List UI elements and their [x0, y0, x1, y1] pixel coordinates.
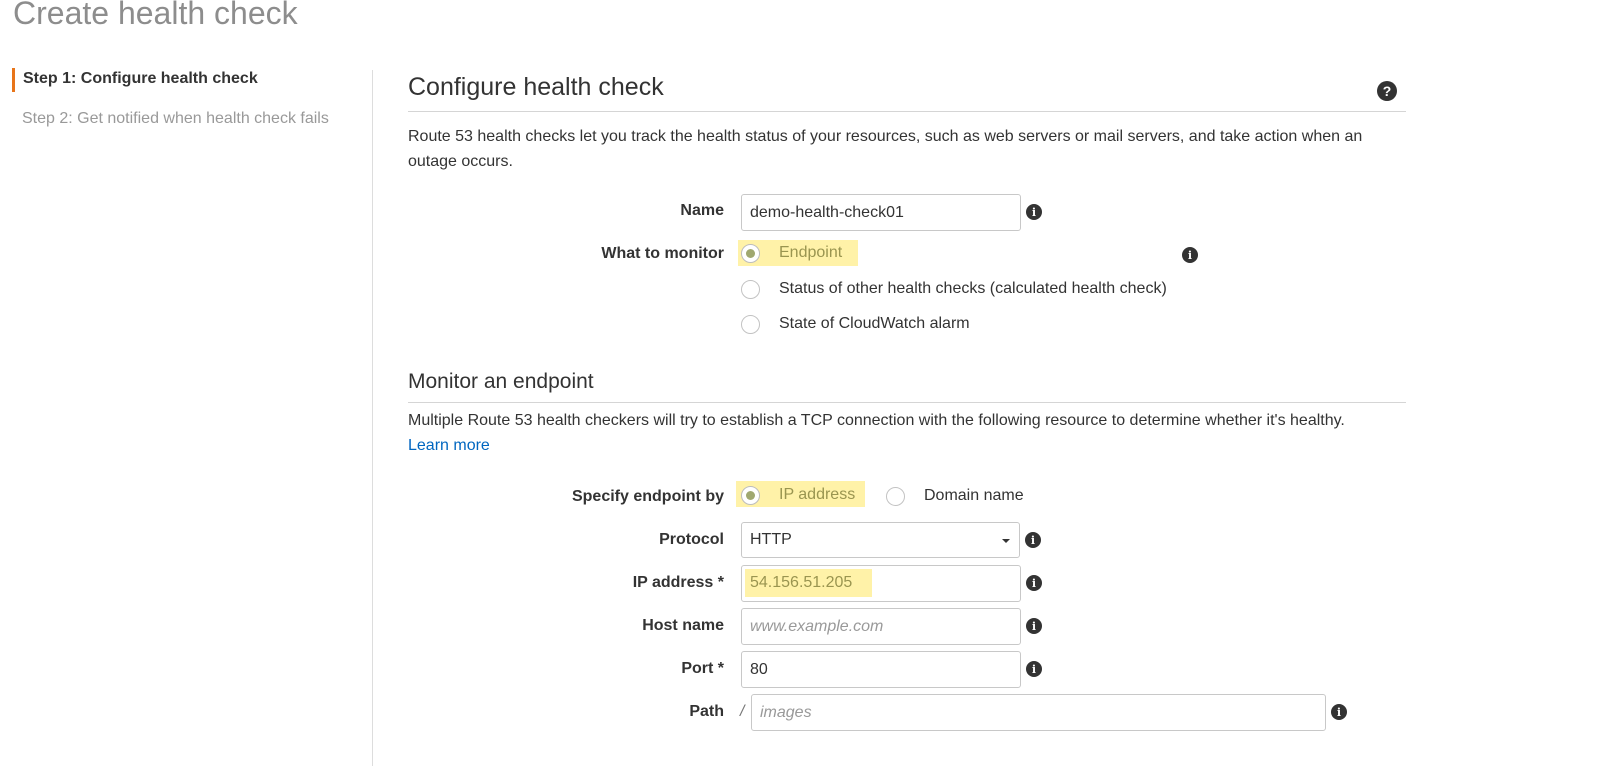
protocol-info-icon[interactable]: i [1025, 532, 1041, 548]
host-name-label: Host name [642, 617, 724, 634]
specify-endpoint-label: Specify endpoint by [571, 488, 724, 505]
monitor-endpoint-radio[interactable] [741, 244, 760, 263]
configure-heading: Configure health check [408, 73, 664, 101]
specify-ip-label[interactable]: IP address [779, 486, 855, 504]
chevron-down-icon [1002, 539, 1010, 543]
endpoint-heading: Monitor an endpoint [408, 370, 594, 393]
monitor-calculated-label[interactable]: Status of other health checks (calculate… [779, 280, 1167, 298]
endpoint-divider [408, 402, 1406, 403]
ip-address-value: 54.156.51.205 [745, 569, 872, 597]
ip-address-label: IP address * [632, 574, 724, 591]
learn-more-link[interactable]: Learn more [408, 437, 490, 455]
help-icon[interactable]: ? [1377, 81, 1397, 101]
protocol-select[interactable]: HTTP [741, 522, 1020, 558]
specify-domain-radio[interactable] [886, 487, 905, 506]
active-step-indicator [12, 68, 15, 92]
monitor-cloudwatch-label[interactable]: State of CloudWatch alarm [779, 315, 970, 333]
step-2-notify[interactable]: Step 2: Get notified when health check f… [22, 110, 329, 128]
protocol-value: HTTP [750, 531, 792, 548]
port-input[interactable]: 80 [741, 651, 1021, 688]
monitor-cloudwatch-radio[interactable] [741, 315, 760, 334]
endpoint-description: Multiple Route 53 health checkers will t… [408, 412, 1345, 429]
ip-address-info-icon[interactable]: i [1026, 575, 1042, 591]
specify-domain-label[interactable]: Domain name [924, 487, 1024, 505]
step-1-configure[interactable]: Step 1: Configure health check [23, 70, 258, 88]
name-info-icon[interactable]: i [1026, 204, 1042, 220]
specify-ip-radio[interactable] [741, 486, 760, 505]
port-info-icon[interactable]: i [1026, 661, 1042, 677]
monitor-label: What to monitor [601, 245, 724, 262]
ip-address-input[interactable]: 54.156.51.205 [741, 565, 1021, 602]
path-input[interactable]: images [751, 694, 1326, 731]
name-label: Name [680, 202, 724, 219]
monitor-endpoint-label[interactable]: Endpoint [779, 244, 842, 262]
page-title: Create health check [13, 0, 298, 31]
name-input[interactable]: demo-health-check01 [741, 194, 1021, 231]
host-name-info-icon[interactable]: i [1026, 618, 1042, 634]
configure-description: Route 53 health checks let you track the… [408, 128, 1363, 170]
port-label: Port * [681, 660, 724, 677]
monitor-calculated-radio[interactable] [741, 280, 760, 299]
path-label: Path [689, 703, 724, 720]
path-prefix: / [740, 703, 745, 720]
section-divider [408, 111, 1406, 112]
monitor-info-icon[interactable]: i [1182, 247, 1198, 263]
path-info-icon[interactable]: i [1331, 704, 1347, 720]
host-name-input[interactable]: www.example.com [741, 608, 1021, 645]
protocol-label: Protocol [659, 531, 724, 548]
sidebar-divider [372, 70, 373, 766]
